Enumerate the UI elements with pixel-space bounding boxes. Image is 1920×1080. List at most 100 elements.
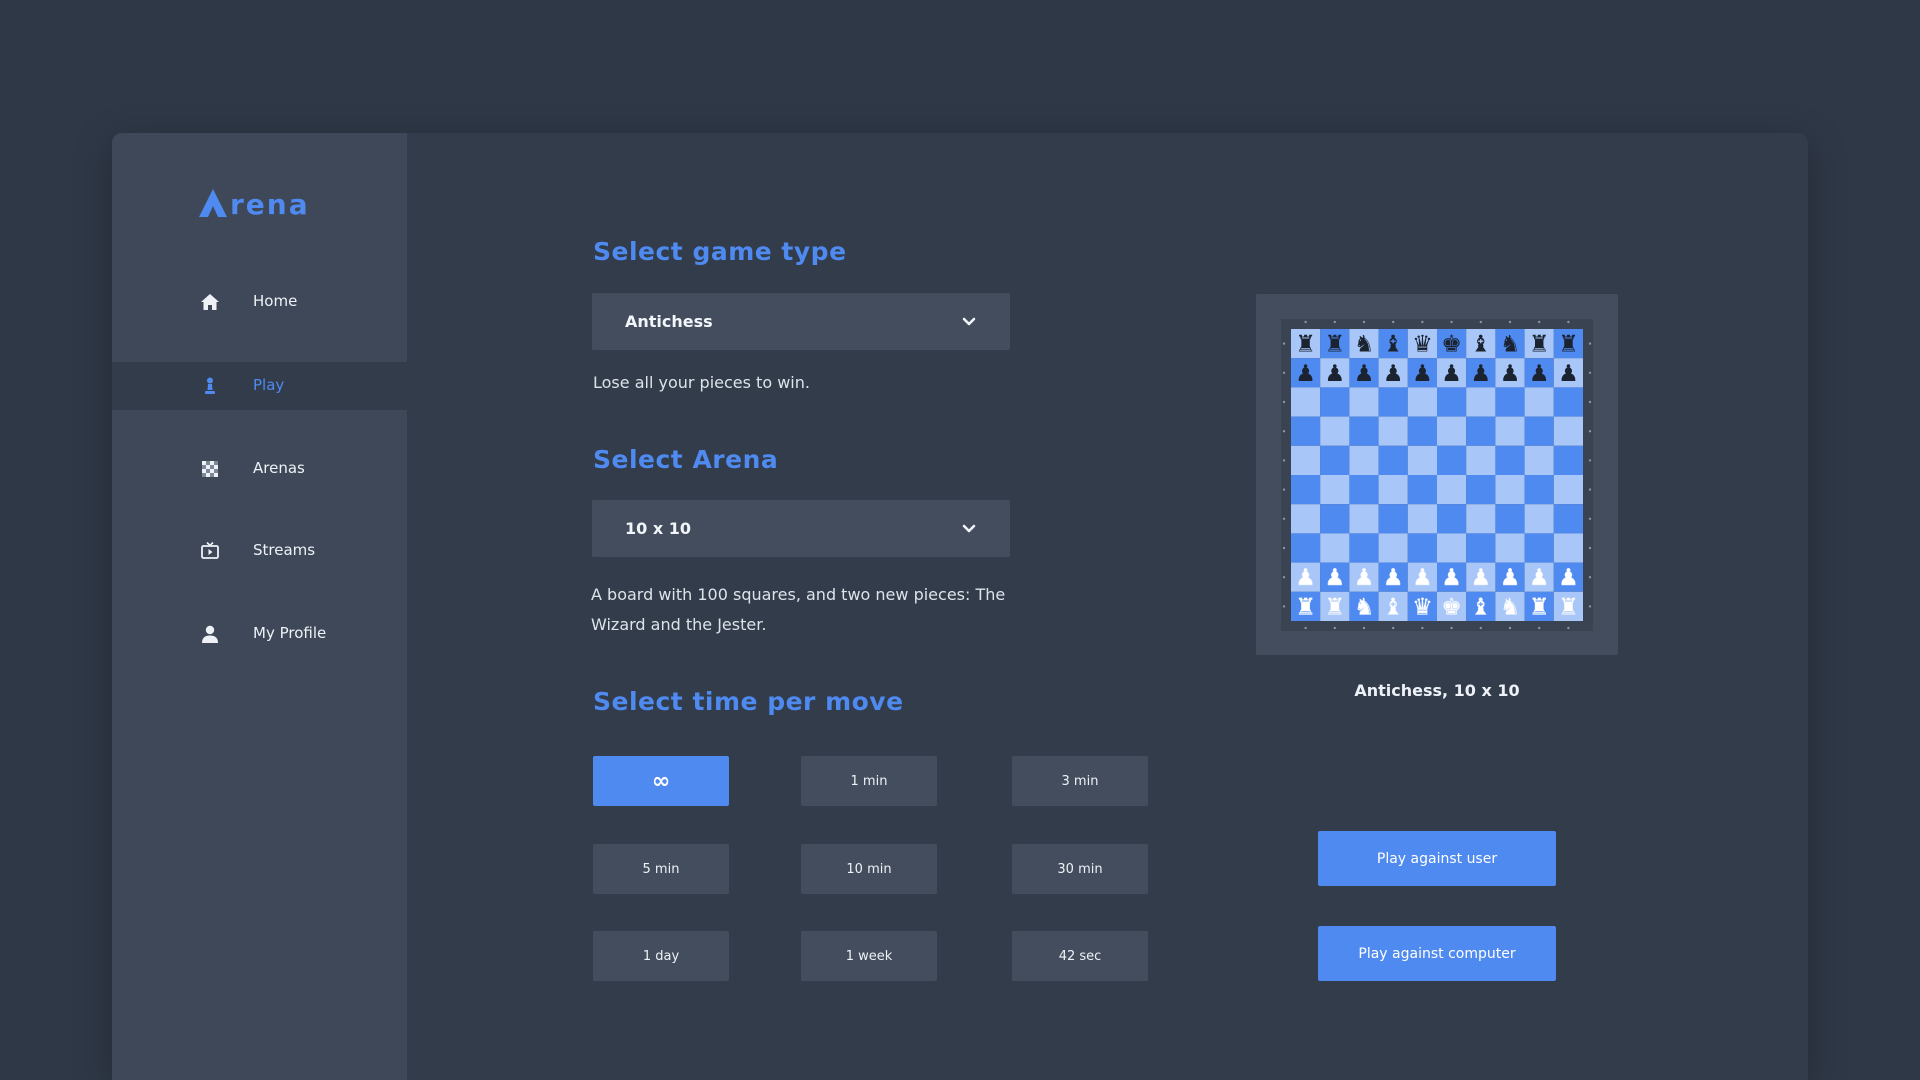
board-coordinate-dot: [1588, 342, 1592, 345]
board-square: [1524, 416, 1554, 446]
board-square: [1466, 504, 1496, 534]
board-square: [1378, 504, 1408, 534]
board-square: [1553, 533, 1583, 563]
board-coordinate-dot: [1567, 320, 1570, 324]
board-square: [1553, 504, 1583, 534]
board-coordinate-dot: [1538, 626, 1541, 630]
black-piece: ♟: [1354, 361, 1375, 387]
play-against-computer-button[interactable]: Play against computer: [1318, 926, 1556, 981]
white-piece: ♞: [1354, 594, 1375, 620]
white-piece: ♟: [1412, 565, 1433, 591]
time-option-1-week[interactable]: 1 week: [801, 931, 937, 981]
logo[interactable]: rena: [198, 181, 310, 221]
board-coordinate-dot: [1450, 320, 1453, 324]
time-option-infinite[interactable]: ∞: [593, 756, 729, 806]
board-coordinate-dot: [1508, 320, 1512, 324]
board-square: [1291, 533, 1321, 563]
arena-description-line: A board with 100 squares, and two new pi…: [591, 585, 1006, 604]
board-square: [1291, 475, 1321, 505]
black-piece: ♜: [1529, 332, 1550, 358]
chevron-down-icon: [962, 317, 976, 326]
board-square: [1524, 504, 1554, 534]
board-square: [1349, 387, 1379, 417]
board-coordinate-dot: [1333, 320, 1336, 324]
board-square: [1466, 387, 1496, 417]
time-option-5-min[interactable]: 5 min: [593, 844, 729, 894]
white-piece: ♜: [1558, 594, 1579, 620]
board-square: [1320, 387, 1350, 417]
board-square: [1553, 416, 1583, 446]
board-square: [1378, 416, 1408, 446]
board-square: [1291, 387, 1321, 417]
arena-heading: Select Arena: [593, 445, 779, 474]
board-coordinate-dot: [1304, 626, 1307, 630]
board-caption: Antichess, 10 x 10: [1354, 681, 1520, 700]
time-option-1-day[interactable]: 1 day: [593, 931, 729, 981]
black-piece: ♜: [1558, 332, 1579, 358]
board-square: [1320, 475, 1350, 505]
board-coordinate-dot: [1421, 626, 1424, 630]
board-square: [1349, 416, 1379, 446]
board-coordinate-dot: [1421, 320, 1424, 324]
board-square: [1378, 475, 1408, 505]
arena-description-line: Wizard and the Jester.: [591, 615, 767, 634]
board-square: [1524, 445, 1554, 475]
time-option-1-min[interactable]: 1 min: [801, 756, 937, 806]
black-piece: ♟: [1383, 361, 1404, 387]
black-piece: ♞: [1500, 332, 1521, 358]
board-square: [1320, 416, 1350, 446]
white-piece: ♝: [1383, 594, 1404, 620]
game-type-select[interactable]: Antichess: [592, 293, 1010, 350]
white-piece: ♟: [1383, 565, 1404, 591]
white-piece: ♟: [1324, 565, 1345, 591]
black-piece: ♟: [1324, 361, 1345, 387]
white-piece: ♟: [1470, 565, 1491, 591]
pawn-icon: [205, 377, 215, 394]
board-coordinate-dot: [1304, 320, 1307, 324]
sidebar-item-streams[interactable]: Streams: [112, 527, 407, 575]
user-icon: [202, 625, 218, 643]
black-piece: ♜: [1295, 332, 1316, 358]
board-square: [1378, 387, 1408, 417]
play-against-user-button[interactable]: Play against user: [1318, 831, 1556, 886]
black-piece: ♛: [1412, 332, 1433, 358]
time-option-30-min[interactable]: 30 min: [1012, 844, 1148, 894]
board-coordinate-dot: [1588, 576, 1592, 579]
board-coordinate-dot: [1450, 626, 1453, 630]
board-coordinate-dot: [1282, 400, 1286, 404]
sidebar-item-play[interactable]: Play: [112, 362, 407, 410]
black-piece: ♟: [1558, 361, 1579, 387]
black-piece: ♝: [1470, 332, 1491, 358]
sidebar-item-home[interactable]: Home: [112, 278, 407, 326]
chevron-down-icon: [962, 524, 976, 533]
board-coordinate-dot: [1282, 459, 1286, 462]
board-square: [1378, 533, 1408, 563]
game-type-heading: Select game type: [593, 237, 847, 266]
board-coordinate-dot: [1282, 517, 1286, 520]
board-coordinate-dot: [1282, 576, 1286, 579]
time-option-10-min[interactable]: 10 min: [801, 844, 937, 894]
board-square: [1320, 504, 1350, 534]
time-option-42-sec[interactable]: 42 sec: [1012, 931, 1148, 981]
game-type-value: Antichess: [625, 312, 713, 331]
white-piece: ♟: [1500, 565, 1521, 591]
arena-select[interactable]: 10 x 10: [592, 500, 1010, 557]
sidebar-item-label: Arenas: [253, 459, 305, 477]
board-square: [1524, 533, 1554, 563]
time-option-3-min[interactable]: 3 min: [1012, 756, 1148, 806]
white-piece: ♟: [1558, 565, 1579, 591]
sidebar-item-label: Play: [253, 376, 285, 394]
board-square: [1524, 387, 1554, 417]
board-square: [1466, 475, 1496, 505]
sidebar-item-my-profile[interactable]: My Profile: [112, 610, 407, 658]
white-piece: ♚: [1441, 594, 1462, 620]
game-type-description: Lose all your pieces to win.: [593, 373, 810, 392]
board-preview: ♜ ♟ ♟ ♜ ♜ ♟ ♟ ♜ ♞ ♟ ♟ ♞ ♝ ♟ ♟ ♝ ♛ ♟ ♟ ♛ ♚ ♟ ♟ ♚ ♝ ♟ ♟ ♝ ♞ ♟ ♟ ♞ ♜ ♟ ♟ ♜ ♜ ♟ ♟ ♜: [1256, 294, 1618, 655]
chess-board: ♜ ♟ ♟ ♜ ♜ ♟ ♟ ♜ ♞ ♟ ♟ ♞ ♝ ♟ ♟ ♝ ♛ ♟ ♟ ♛ ♚ ♟ ♟ ♚ ♝ ♟ ♟ ♝ ♞ ♟ ♟ ♞ ♜ ♟ ♟ ♜ ♜ ♟ ♟ ♜: [1282, 320, 1592, 630]
board-square: [1437, 445, 1467, 475]
sidebar-item-arenas[interactable]: Arenas: [112, 445, 407, 493]
sidebar-item-label: My Profile: [253, 624, 327, 642]
board-coordinate-dot: [1362, 320, 1366, 324]
app-window: rena Home Play Arenas Streams My Profile…: [112, 133, 1808, 1080]
board-square: [1495, 387, 1525, 417]
